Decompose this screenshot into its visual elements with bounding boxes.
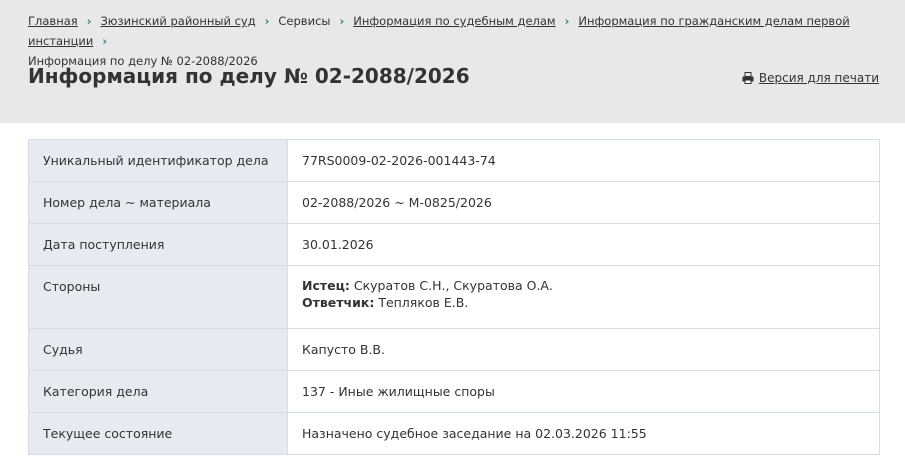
row-value: 77RS0009-02-2026-001443-74 [287, 139, 880, 182]
chevron-right-icon: › [339, 14, 345, 28]
row-value: 02-2088/2026 ~ М-0825/2026 [287, 181, 880, 224]
table-row: Дата поступления 30.01.2026 [28, 223, 880, 266]
case-info-table: Уникальный идентификатор дела 77RS0009-02… [28, 139, 880, 455]
chevron-right-icon: › [564, 14, 570, 28]
row-label: Текущее состояние [28, 412, 288, 455]
chevron-right-icon: › [102, 34, 108, 48]
page-header: Главная › Зюзинский районный суд › Сервисы › И… [0, 0, 905, 123]
breadcrumb-court[interactable]: Зюзинский районный суд [100, 14, 255, 28]
table-row: Стороны Истец: Скуратов С.Н., Скуратова … [28, 265, 880, 329]
row-label: Судья [28, 328, 288, 371]
row-label: Стороны [28, 265, 288, 329]
row-label: Дата поступления [28, 223, 288, 266]
defendant-label: Ответчик: [302, 295, 375, 310]
row-label: Категория дела [28, 370, 288, 413]
row-value: 137 - Иные жилищные споры [287, 370, 880, 413]
table-row: Уникальный идентификатор дела 77RS0009-02… [28, 139, 880, 182]
parties-value: Истец: Скуратов С.Н., Скуратова О.А. Отв… [287, 265, 880, 329]
defendant-names: Тепляков Е.В. [378, 295, 469, 310]
plaintiff-label: Истец: [302, 278, 350, 293]
table-row: Категория дела 137 - Иные жилищные споры [28, 370, 880, 413]
breadcrumb-case-info[interactable]: Информация по судебным делам [353, 14, 555, 28]
printer-icon [742, 72, 754, 84]
row-value: Назначено судебное заседание на 02.03.20… [287, 412, 880, 455]
row-label: Номер дела ~ материала [28, 181, 288, 224]
print-version-label: Версия для печати [758, 71, 879, 85]
row-value: Капусто В.В. [287, 328, 880, 371]
table-row: Текущее состояние Назначено судебное засе… [28, 412, 880, 455]
breadcrumb-home[interactable]: Главная [28, 14, 78, 28]
breadcrumb: Главная › Зюзинский районный суд › Сервисы › И… [28, 11, 885, 71]
print-version-link[interactable]: Версия для печати [742, 71, 879, 85]
row-label: Уникальный идентификатор дела [28, 139, 288, 182]
table-row: Судья Капусто В.В. [28, 328, 880, 371]
row-value: 30.01.2026 [287, 223, 880, 266]
chevron-right-icon: › [264, 14, 270, 28]
page-title: Информация по делу № 02-2088/2026 [28, 64, 470, 88]
table-row: Номер дела ~ материала 02-2088/2026 ~ М-0… [28, 181, 880, 224]
breadcrumb-services: Сервисы [278, 14, 331, 28]
plaintiff-names: Скуратов С.Н., Скуратова О.А. [353, 278, 553, 293]
chevron-right-icon: › [86, 14, 92, 28]
